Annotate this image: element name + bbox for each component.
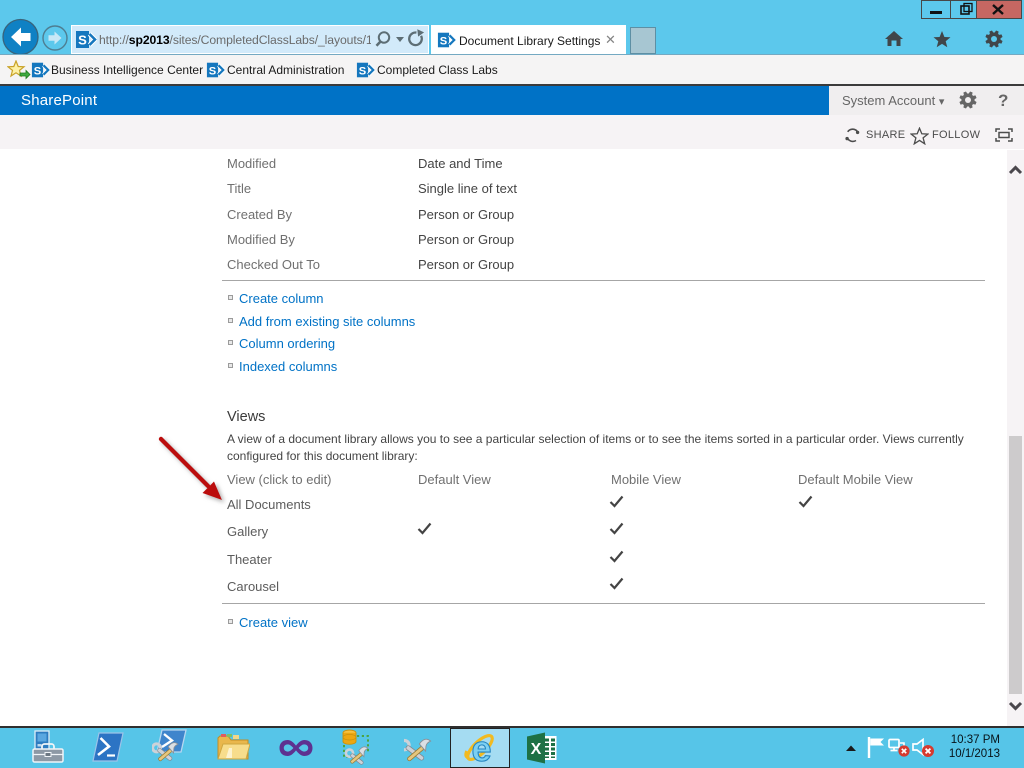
svg-text:S: S	[209, 65, 216, 77]
svg-text:X: X	[531, 741, 542, 758]
svg-text:?: ?	[998, 91, 1008, 110]
svg-text:S: S	[440, 35, 447, 47]
svg-text:e: e	[471, 730, 491, 766]
svg-text:S: S	[78, 33, 87, 48]
svg-text:S: S	[34, 65, 41, 77]
svg-text:S: S	[359, 65, 366, 77]
